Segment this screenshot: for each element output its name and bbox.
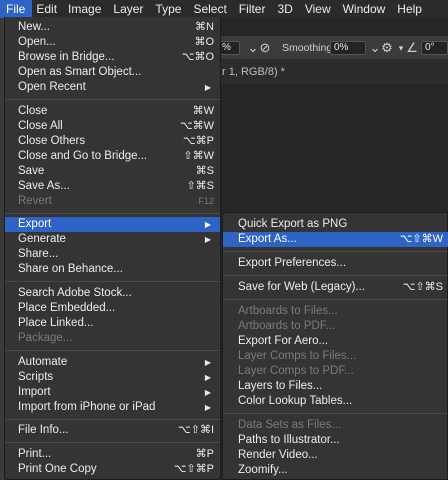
shortcut: ⌥⇧⌘P [173, 463, 214, 475]
menu-separator [223, 251, 447, 252]
shortcut: ⌥⇧⌘I [178, 424, 214, 436]
gear-icon[interactable]: ⚙ [380, 40, 394, 56]
menu-separator [5, 419, 220, 420]
menu-help[interactable]: Help [391, 0, 428, 18]
menu-item-save-as[interactable]: Save As... ⇧⌘S [5, 179, 220, 194]
document-tab-bar: r 1, RGB/8) * [218, 60, 448, 84]
menu-item-zoomify[interactable]: Zoomify... [223, 463, 448, 478]
menu-item-artboards-to-pdf: Artboards to PDF... [238, 320, 336, 332]
shortcut: ⌘O [194, 36, 214, 48]
submenu-arrow-icon: ▶ [204, 235, 211, 244]
menu-image[interactable]: Image [62, 0, 107, 18]
menu-type[interactable]: Type [149, 0, 187, 18]
menu-item-data-sets-as-files: Data Sets as Files... [238, 419, 341, 431]
shortcut: ⌘W [192, 105, 214, 117]
menu-item-save-for-web[interactable]: Save for Web (Legacy)... ⌥⇧⌘S [223, 280, 448, 295]
menu-item-revert: Revert F12 [18, 195, 214, 207]
shortcut: ⌥⇧⌘S [402, 281, 443, 293]
menu-item-print-one-copy[interactable]: Print One Copy ⌥⇧⌘P [5, 462, 220, 477]
shortcut: ⌘P [195, 448, 214, 460]
menu-separator [5, 99, 220, 100]
airbrush-icon[interactable]: ⊘ [258, 40, 272, 56]
shortcut: ⌥⌘P [182, 135, 214, 147]
export-submenu: Quick Export as PNG Export As... ⌥⇧⌘W Exp… [222, 212, 448, 480]
menu-item-paths-to-illustrator[interactable]: Paths to Illustrator... [223, 433, 448, 448]
menu-item-search-adobe-stock[interactable]: Search Adobe Stock... [5, 286, 220, 301]
menu-item-new[interactable]: New... ⌘N [5, 20, 220, 35]
menu-item-export-as[interactable]: Export As... ⌥⇧⌘W [223, 232, 448, 247]
shortcut: ⌥⌘W [179, 120, 214, 132]
menu-item-file-info[interactable]: File Info... ⌥⇧⌘I [5, 423, 220, 438]
submenu-arrow-icon: ▶ [204, 83, 211, 92]
menu-item-import[interactable]: Import ▶ [5, 385, 220, 400]
angle-field[interactable]: 0° [421, 41, 448, 55]
menu-item-close-all[interactable]: Close All ⌥⌘W [5, 119, 220, 134]
menu-bar: File Edit Image Layer Type Select Filter… [0, 0, 448, 18]
menu-item-quick-export-png[interactable]: Quick Export as PNG [223, 217, 448, 232]
menu-item-share[interactable]: Share... [5, 247, 220, 262]
submenu-arrow-icon: ▶ [204, 403, 211, 412]
menu-item-layer-comps-to-files: Layer Comps to Files... [238, 350, 357, 362]
menu-item-package: Package... [18, 332, 73, 344]
menu-item-generate[interactable]: Generate ▶ [5, 232, 220, 247]
menu-item-place-linked[interactable]: Place Linked... [5, 316, 220, 331]
menu-item-open[interactable]: Open... ⌘O [5, 35, 220, 50]
menu-item-open-smart-object[interactable]: Open as Smart Object... [5, 65, 220, 80]
menu-separator [223, 299, 447, 300]
menu-separator [5, 350, 220, 351]
menu-item-close-others[interactable]: Close Others ⌥⌘P [5, 134, 220, 149]
shortcut: F12 [198, 196, 214, 206]
angle-icon: ∠ [406, 40, 418, 55]
options-bar: % ⌄ ⊘ Smoothing: 0% ⌄ ⚙ ▾ ∠ 0° [218, 36, 448, 60]
menu-layer[interactable]: Layer [107, 0, 149, 18]
menu-separator [223, 413, 447, 414]
menu-separator [5, 281, 220, 282]
menu-3d[interactable]: 3D [271, 0, 298, 18]
menu-item-print[interactable]: Print... ⌘P [5, 447, 220, 462]
menu-item-close[interactable]: Close ⌘W [5, 104, 220, 119]
menu-item-close-and-go-to-bridge[interactable]: Close and Go to Bridge... ⇧⌘W [5, 149, 220, 164]
shortcut: ⌥⌘O [181, 51, 214, 63]
menu-item-place-embedded[interactable]: Place Embedded... [5, 301, 220, 316]
shortcut: ⌘N [195, 21, 214, 33]
menu-file[interactable]: File [0, 0, 33, 18]
menu-item-artboards-to-files: Artboards to Files... [238, 305, 338, 317]
menu-item-import-from-iphone[interactable]: Import from iPhone or iPad ▶ [5, 400, 220, 415]
menu-item-render-video[interactable]: Render Video... [223, 448, 448, 463]
zoom-field[interactable]: % [218, 41, 240, 55]
submenu-arrow-icon: ▶ [204, 358, 211, 367]
menu-separator [5, 442, 220, 443]
menu-item-export-preferences[interactable]: Export Preferences... [223, 256, 448, 271]
menu-item-layer-comps-to-pdf: Layer Comps to PDF... [238, 365, 354, 377]
menu-view[interactable]: View [299, 0, 337, 18]
shortcut: ⌥⇧⌘W [399, 233, 443, 245]
menu-window[interactable]: Window [337, 0, 392, 18]
submenu-arrow-icon: ▶ [204, 220, 211, 229]
menu-separator [5, 213, 220, 214]
menu-item-automate[interactable]: Automate ▶ [5, 355, 220, 370]
menu-item-browse-in-bridge[interactable]: Browse in Bridge... ⌥⌘O [5, 50, 220, 65]
shortcut: ⇧⌘S [186, 180, 214, 192]
menu-item-open-recent[interactable]: Open Recent ▶ [5, 80, 220, 95]
menu-item-export[interactable]: Export ▶ [5, 217, 220, 232]
submenu-arrow-icon: ▶ [204, 388, 211, 397]
menu-item-share-on-behance[interactable]: Share on Behance... [5, 262, 220, 277]
smoothing-label: Smoothing: [282, 42, 336, 54]
shortcut: ⌘S [195, 165, 214, 177]
document-tab-title[interactable]: r 1, RGB/8) * [222, 60, 285, 84]
menu-edit[interactable]: Edit [32, 0, 62, 18]
menu-item-color-lookup-tables[interactable]: Color Lookup Tables... [223, 394, 448, 409]
menu-filter[interactable]: Filter [233, 0, 272, 18]
menu-item-save[interactable]: Save ⌘S [5, 164, 220, 179]
menu-item-export-for-aero[interactable]: Export For Aero... [223, 334, 448, 349]
menu-item-layers-to-files[interactable]: Layers to Files... [223, 379, 448, 394]
smoothing-field[interactable]: 0% [330, 41, 366, 55]
shortcut: ⇧⌘W [183, 150, 214, 162]
menu-item-scripts[interactable]: Scripts ▶ [5, 370, 220, 385]
menu-select[interactable]: Select [187, 0, 232, 18]
menu-separator [223, 275, 447, 276]
file-menu: New... ⌘N Open... ⌘O Browse in Bridge... ⌥⌘… [4, 17, 221, 480]
submenu-arrow-icon: ▶ [204, 373, 211, 382]
